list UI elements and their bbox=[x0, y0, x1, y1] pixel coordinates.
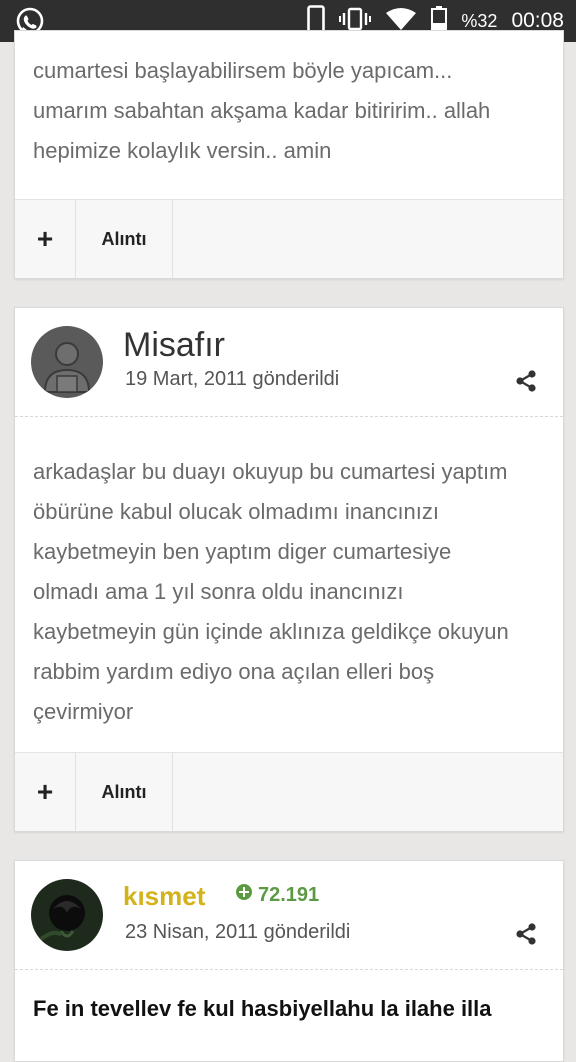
avatar[interactable] bbox=[31, 879, 103, 951]
share-icon[interactable] bbox=[515, 370, 537, 397]
reaction-button[interactable]: + bbox=[15, 753, 76, 831]
post-actions: + Alıntı bbox=[15, 752, 563, 831]
post-date: 23 Nisan, 2011 gönderildi bbox=[125, 921, 351, 943]
quote-button[interactable]: Alıntı bbox=[76, 753, 173, 831]
post-card: cumartesi başlayabilirsem böyle yapıcam.… bbox=[14, 30, 564, 279]
post-body: Fe in tevellev fe kul hasbiyellahu la il… bbox=[33, 996, 492, 1021]
post-header: kısmet 72.191 23 Nisan, 2011 gönderildi bbox=[15, 861, 563, 970]
post-actions: + Alıntı bbox=[15, 199, 563, 278]
post-body: arkadaşlar bu duayı okuyup bu cumartesi … bbox=[33, 459, 509, 724]
post-body: cumartesi başlayabilirsem böyle yapıcam.… bbox=[33, 58, 491, 163]
reaction-button[interactable]: + bbox=[15, 200, 76, 278]
avatar[interactable] bbox=[31, 326, 103, 398]
author-name[interactable]: Misafır bbox=[123, 326, 225, 365]
author-name[interactable]: kısmet bbox=[123, 881, 205, 912]
plus-circle-icon bbox=[235, 883, 253, 907]
post-card: kısmet 72.191 23 Nisan, 2011 gönderildi … bbox=[14, 860, 564, 1062]
reputation-badge: 72.191 bbox=[235, 883, 319, 907]
post-header: Misafır 19 Mart, 2011 gönderildi bbox=[15, 308, 563, 417]
battery-percent: %32 bbox=[461, 10, 498, 31]
post-card: Misafır 19 Mart, 2011 gönderildi arkadaş… bbox=[14, 307, 564, 832]
reputation-count: 72.191 bbox=[258, 883, 320, 906]
post-date: 19 Mart, 2011 gönderildi bbox=[125, 368, 340, 390]
quote-button[interactable]: Alıntı bbox=[76, 200, 173, 278]
share-icon[interactable] bbox=[515, 923, 537, 950]
